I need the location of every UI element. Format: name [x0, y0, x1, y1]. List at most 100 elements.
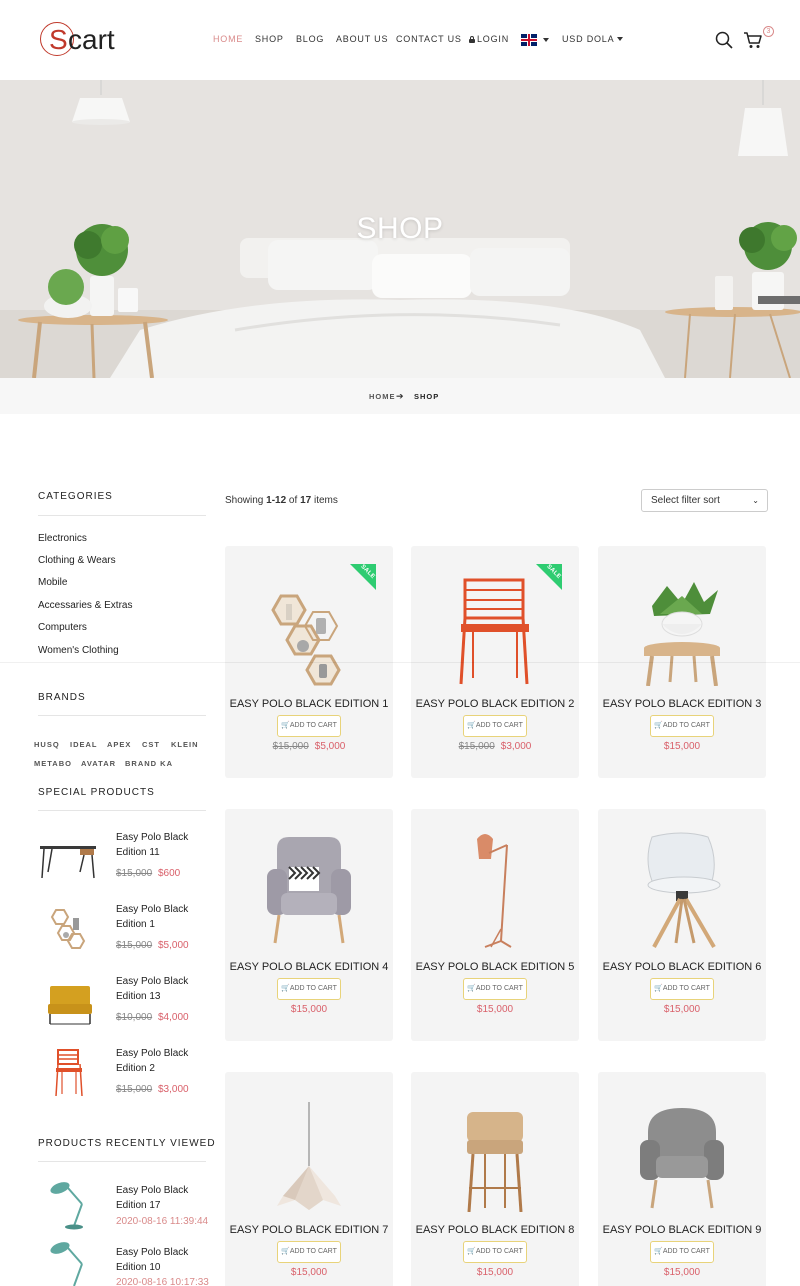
special-product-name[interactable]: Easy Polo Black Edition 2 — [116, 1046, 206, 1076]
product-thumbnail[interactable] — [38, 1180, 100, 1232]
product-thumbnail[interactable] — [38, 904, 100, 956]
nav-home[interactable]: HOME — [213, 34, 243, 44]
chevron-down-icon[interactable] — [543, 38, 549, 42]
sort-select[interactable]: Select filter sort ⌄ — [641, 489, 768, 512]
recent-product-name[interactable]: Easy Polo Black Edition 17 — [116, 1183, 206, 1213]
add-to-cart-button[interactable]: 🛒ADD TO CART — [277, 715, 341, 737]
product-title[interactable]: EASY POLO BLACK EDITION 3 — [598, 698, 766, 710]
product-card[interactable]: EASY POLO BLACK EDITION 8 🛒ADD TO CART $… — [411, 1072, 579, 1286]
add-to-cart-button[interactable]: 🛒ADD TO CART — [650, 715, 714, 737]
uk-flag-icon[interactable] — [521, 34, 537, 46]
sale-badge: SALE — [350, 564, 376, 590]
add-to-cart-button[interactable]: 🛒ADD TO CART — [463, 1241, 527, 1263]
product-card[interactable]: EASY POLO BLACK EDITION 9 🛒ADD TO CART $… — [598, 1072, 766, 1286]
current-price: $5,000 — [314, 741, 346, 752]
product-price: $15,000 — [598, 741, 766, 752]
brand-tag[interactable]: BRAND KA — [125, 759, 173, 768]
add-to-cart-button[interactable]: 🛒ADD TO CART — [463, 715, 527, 737]
product-card[interactable]: EASY POLO BLACK EDITION 4 🛒ADD TO CART $… — [225, 809, 393, 1041]
results-range: 1-12 — [266, 495, 287, 506]
current-price: $15,000 — [663, 741, 701, 752]
nav-blog[interactable]: BLOG — [296, 34, 324, 44]
lock-icon — [469, 36, 475, 43]
current-price: $15,000 — [663, 1004, 701, 1015]
product-title[interactable]: EASY POLO BLACK EDITION 2 — [411, 698, 579, 710]
special-product-price: $5,000 — [158, 940, 189, 951]
add-to-cart-button[interactable]: 🛒ADD TO CART — [650, 978, 714, 1000]
product-thumbnail[interactable] — [38, 1046, 100, 1098]
site-header: S cart HOME SHOP BLOG ABOUT US CONTACT U… — [0, 0, 800, 80]
nav-contact[interactable]: CONTACT US — [396, 34, 462, 44]
brand-tag[interactable]: HUSQ — [34, 740, 60, 749]
add-to-cart-label: ADD TO CART — [662, 985, 710, 992]
sort-select-value: Select filter sort — [651, 495, 720, 506]
category-link[interactable]: Computers — [38, 622, 87, 633]
nav-shop[interactable]: SHOP — [255, 34, 284, 44]
add-to-cart-label: ADD TO CART — [475, 1248, 523, 1255]
product-image[interactable] — [445, 829, 545, 949]
category-link[interactable]: Mobile — [38, 577, 67, 588]
category-link[interactable]: Electronics — [38, 533, 87, 544]
product-image[interactable] — [445, 1092, 545, 1212]
product-image[interactable] — [445, 566, 545, 686]
brand-tag[interactable]: AVATAR — [81, 759, 116, 768]
product-title[interactable]: EASY POLO BLACK EDITION 5 — [411, 961, 579, 973]
product-image[interactable] — [259, 829, 359, 949]
logo[interactable]: S cart — [40, 22, 120, 58]
special-products-heading: SPECIAL PRODUCTS — [38, 787, 155, 798]
results-prefix: Showing — [225, 495, 267, 506]
add-to-cart-button[interactable]: 🛒ADD TO CART — [277, 978, 341, 1000]
product-card[interactable]: EASY POLO BLACK EDITION 6 🛒ADD TO CART $… — [598, 809, 766, 1041]
sale-badge: SALE — [536, 564, 562, 590]
results-count: Showing 1-12 of 17 items — [225, 495, 338, 506]
recent-product-name[interactable]: Easy Polo Black Edition 10 — [116, 1245, 206, 1275]
currency-selector[interactable]: USD DOLA — [562, 34, 624, 44]
product-title[interactable]: EASY POLO BLACK EDITION 9 — [598, 1224, 766, 1236]
special-product-name[interactable]: Easy Polo Black Edition 13 — [116, 974, 206, 1004]
category-link[interactable]: Clothing & Wears — [38, 555, 116, 566]
product-price: $15,000 — [411, 1004, 579, 1015]
add-to-cart-button[interactable]: 🛒ADD TO CART — [463, 978, 527, 1000]
brand-tag[interactable]: METABO — [34, 759, 72, 768]
nav-about[interactable]: ABOUT US — [336, 34, 388, 44]
product-title[interactable]: EASY POLO BLACK EDITION 4 — [225, 961, 393, 973]
product-image[interactable] — [632, 1092, 732, 1212]
add-to-cart-label: ADD TO CART — [662, 722, 710, 729]
brand-tag[interactable]: IDEAL — [70, 740, 98, 749]
category-link[interactable]: Women's Clothing — [38, 645, 119, 656]
product-image[interactable] — [259, 566, 359, 686]
nav-login[interactable]: LOGIN — [477, 34, 509, 44]
recent-viewed-date: 2020-08-16 11:39:44 — [116, 1216, 209, 1227]
add-to-cart-button[interactable]: 🛒ADD TO CART — [277, 1241, 341, 1263]
special-product-name[interactable]: Easy Polo Black Edition 1 — [116, 902, 206, 932]
current-price: $15,000 — [290, 1004, 328, 1015]
search-icon[interactable] — [715, 31, 733, 49]
product-image[interactable] — [632, 829, 732, 949]
special-product-name[interactable]: Easy Polo Black Edition 11 — [116, 830, 206, 860]
add-to-cart-label: ADD TO CART — [475, 985, 523, 992]
current-price: $15,000 — [476, 1267, 514, 1278]
category-link[interactable]: Accessaries & Extras — [38, 600, 132, 611]
product-image[interactable] — [632, 566, 732, 686]
brand-tag[interactable]: KLEIN — [171, 740, 199, 749]
product-title[interactable]: EASY POLO BLACK EDITION 8 — [411, 1224, 579, 1236]
product-thumbnail[interactable] — [38, 832, 100, 884]
product-price: $15,000 — [411, 1267, 579, 1278]
brand-tag[interactable]: CST — [142, 740, 160, 749]
cart-icon[interactable] — [743, 30, 763, 50]
add-to-cart-button[interactable]: 🛒ADD TO CART — [650, 1241, 714, 1263]
product-card[interactable]: EASY POLO BLACK EDITION 5 🛒ADD TO CART $… — [411, 809, 579, 1041]
special-product-price: $4,000 — [158, 1012, 189, 1023]
old-price: $15,000 — [458, 741, 495, 752]
logo-text: cart — [68, 24, 115, 55]
product-title[interactable]: EASY POLO BLACK EDITION 1 — [225, 698, 393, 710]
product-title[interactable]: EASY POLO BLACK EDITION 7 — [225, 1224, 393, 1236]
product-title[interactable]: EASY POLO BLACK EDITION 6 — [598, 961, 766, 973]
product-card[interactable]: EASY POLO BLACK EDITION 7 🛒ADD TO CART $… — [225, 1072, 393, 1286]
product-image[interactable] — [259, 1092, 359, 1212]
product-thumbnail[interactable] — [38, 1240, 100, 1286]
brand-tag[interactable]: APEX — [107, 740, 131, 749]
product-thumbnail[interactable] — [38, 976, 100, 1028]
breadcrumb-home[interactable]: HOME — [369, 392, 396, 401]
breadcrumb-current: SHOP — [414, 392, 440, 401]
